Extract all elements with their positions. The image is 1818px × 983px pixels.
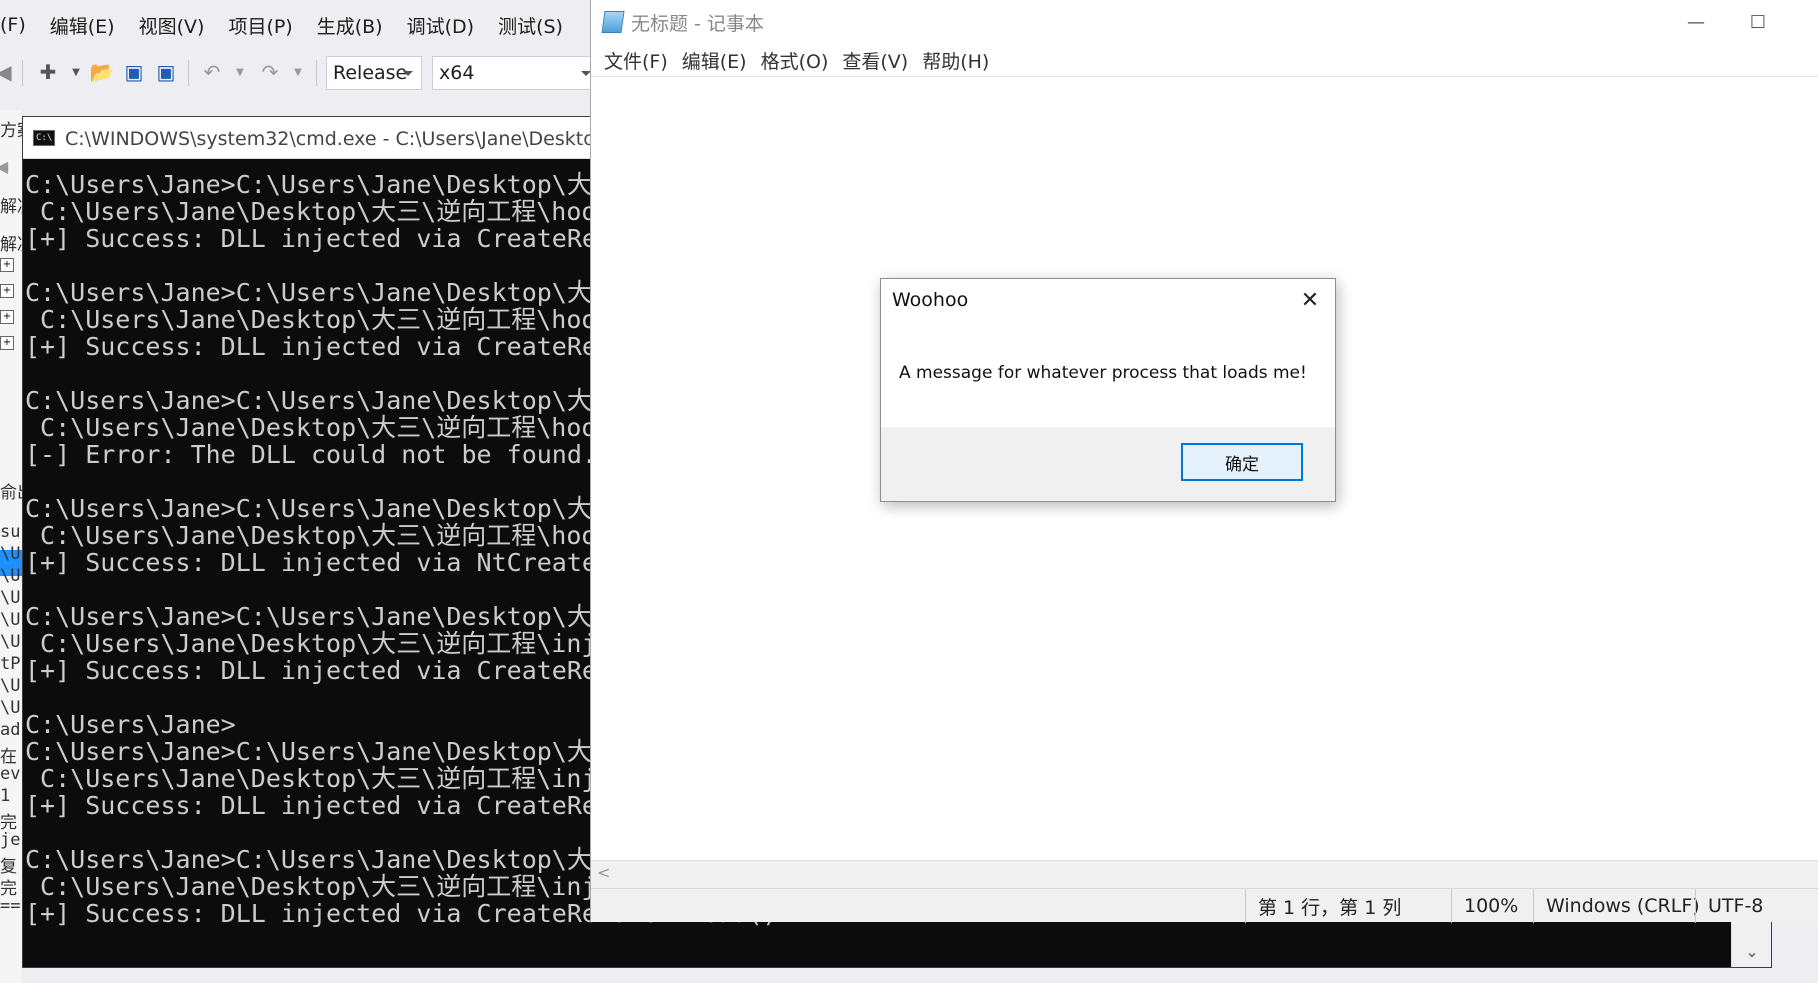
output-snippet: \U bbox=[0, 566, 21, 586]
vs-menu-debug[interactable]: 调试(D) bbox=[395, 12, 486, 39]
notepad-menu-edit[interactable]: 编辑(E) bbox=[675, 47, 754, 74]
back-icon[interactable]: ◀ bbox=[0, 58, 18, 86]
expand-icon[interactable]: + bbox=[0, 258, 14, 272]
output-snippet: ad bbox=[0, 720, 21, 740]
message-box-text: A message for whatever process that load… bbox=[899, 363, 1307, 383]
close-icon[interactable]: ✕ bbox=[1293, 285, 1327, 315]
output-snippet: == bbox=[0, 896, 21, 916]
vs-menu-view[interactable]: 视图(V) bbox=[127, 12, 217, 39]
save-icon[interactable]: ▣ bbox=[120, 58, 148, 86]
output-snippet: \U bbox=[0, 676, 21, 696]
zoom-level: 100% bbox=[1451, 889, 1531, 923]
solution-root-label: 解决 bbox=[0, 235, 22, 255]
vs-menu-file[interactable]: (F) bbox=[0, 14, 38, 36]
undo-icon[interactable]: ↶ bbox=[198, 58, 226, 86]
ok-button[interactable]: 确定 bbox=[1181, 443, 1303, 481]
expand-icon[interactable]: + bbox=[0, 310, 14, 324]
redo-dropdown-icon[interactable]: ▼ bbox=[284, 58, 312, 86]
output-snippet: ev bbox=[0, 764, 21, 784]
vs-menu-edit[interactable]: 编辑(E) bbox=[38, 12, 127, 39]
output-snippet: \U bbox=[0, 544, 21, 564]
cursor-position: 第 1 行，第 1 列 bbox=[1245, 889, 1445, 923]
expand-icon[interactable]: + bbox=[0, 336, 14, 350]
vs-toolbar: ◀ ✚ ▼ 📂 ▣ ▣ ↶ ▼ ↷ ▼ Release x64 bbox=[0, 52, 600, 94]
solution-platform-value: x64 bbox=[439, 62, 475, 84]
notepad-titlebar[interactable]: 无标题 - 记事本 — ☐ bbox=[591, 0, 1818, 44]
output-snippet: \U bbox=[0, 588, 21, 608]
output-snippet: \U bbox=[0, 632, 21, 652]
notepad-icon bbox=[601, 11, 625, 33]
new-dropdown-icon[interactable]: ▼ bbox=[62, 58, 90, 86]
chevron-down-icon bbox=[403, 71, 413, 76]
open-folder-icon[interactable]: 📂 bbox=[88, 58, 116, 86]
expand-icon[interactable]: + bbox=[0, 284, 14, 298]
back-icon[interactable]: ◀ bbox=[0, 152, 16, 180]
redo-icon[interactable]: ↷ bbox=[256, 58, 284, 86]
solution-label: 方案 bbox=[0, 121, 22, 141]
toolbar-separator bbox=[188, 60, 189, 86]
maximize-icon[interactable]: ☐ bbox=[1727, 0, 1789, 44]
save-all-icon[interactable]: ▣ bbox=[152, 58, 180, 86]
line-ending: Windows (CRLF) bbox=[1533, 889, 1700, 923]
output-snippet: \U bbox=[0, 610, 21, 630]
output-label: 俞出 bbox=[0, 483, 22, 503]
new-project-icon[interactable]: ✚ bbox=[34, 58, 62, 86]
toolbar-separator bbox=[22, 60, 23, 86]
toolbar-separator bbox=[316, 60, 317, 86]
undo-dropdown-icon[interactable]: ▼ bbox=[226, 58, 254, 86]
notepad-horizontal-scrollbar[interactable]: < bbox=[591, 860, 1818, 888]
output-snippet: su bbox=[0, 522, 21, 542]
encoding: UTF-8 bbox=[1695, 889, 1818, 923]
output-snippet: \U bbox=[0, 698, 21, 718]
solution-platform-select[interactable]: x64 bbox=[432, 56, 600, 90]
notepad-menu-file[interactable]: 文件(F) bbox=[597, 47, 675, 74]
notepad-menu-format[interactable]: 格式(O) bbox=[754, 47, 836, 74]
solution-explorer-strip: 方案 ◀ 解决 解决 + + + + 俞出 su \U \U \U \U \U … bbox=[0, 110, 22, 983]
scroll-down-icon[interactable]: ⌄ bbox=[1732, 937, 1772, 967]
vs-menu-project[interactable]: 项目(P) bbox=[216, 12, 304, 39]
message-box: Woohoo ✕ A message for whatever process … bbox=[880, 278, 1336, 502]
cmd-icon: C:\ bbox=[33, 129, 55, 146]
notepad-title: 无标题 - 记事本 bbox=[631, 12, 764, 35]
output-snippet: 1 bbox=[0, 786, 11, 806]
minimize-icon[interactable]: — bbox=[1665, 0, 1727, 44]
scroll-left-icon[interactable]: < bbox=[597, 863, 610, 882]
vs-menu-test[interactable]: 测试(S) bbox=[486, 12, 575, 39]
notepad-statusbar: 第 1 行，第 1 列 100% Windows (CRLF) UTF-8 bbox=[591, 888, 1818, 923]
solution-search-label: 解决 bbox=[0, 197, 22, 217]
desktop: (F) 编辑(E) 视图(V) 项目(P) 生成(B) 调试(D) 测试(S) … bbox=[0, 0, 1818, 983]
vs-menubar: (F) 编辑(E) 视图(V) 项目(P) 生成(B) 调试(D) 测试(S) bbox=[0, 8, 575, 42]
solution-config-value: Release bbox=[333, 62, 408, 84]
notepad-menubar: 文件(F) 编辑(E) 格式(O) 查看(V) 帮助(H) bbox=[591, 44, 996, 76]
vs-menu-build[interactable]: 生成(B) bbox=[305, 12, 395, 39]
output-snippet: je bbox=[0, 830, 21, 850]
cmd-title: C:\WINDOWS\system32\cmd.exe - C:\Users\J… bbox=[65, 128, 652, 150]
notepad-menu-help[interactable]: 帮助(H) bbox=[915, 47, 996, 74]
output-snippet: tP bbox=[0, 654, 21, 674]
notepad-menu-view[interactable]: 查看(V) bbox=[835, 47, 915, 74]
message-box-footer: 确定 bbox=[881, 427, 1335, 501]
solution-config-select[interactable]: Release bbox=[326, 56, 422, 90]
message-box-title: Woohoo bbox=[892, 289, 969, 311]
